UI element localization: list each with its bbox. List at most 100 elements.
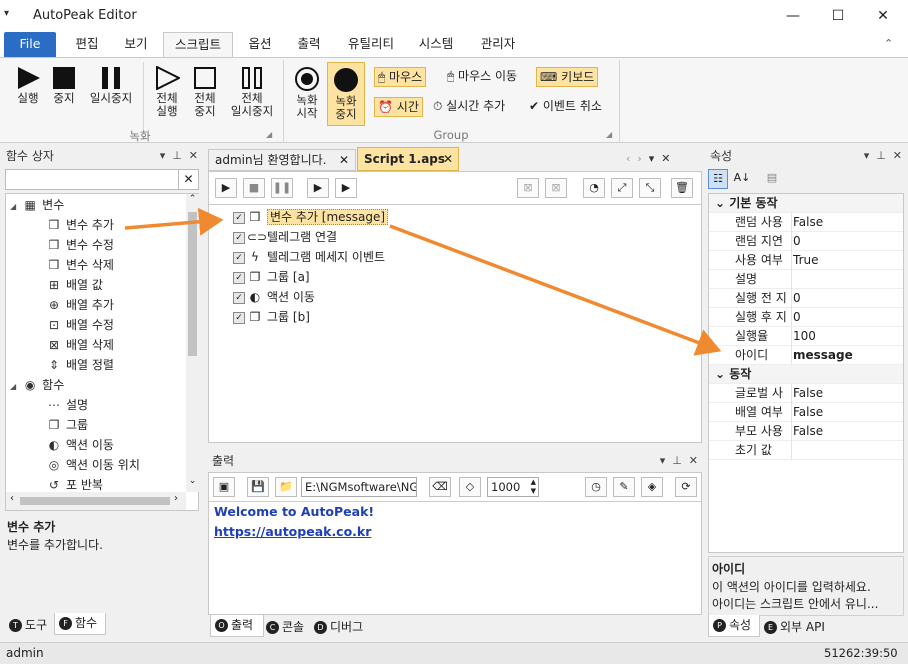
property-row[interactable]: 실행 후 지 0 xyxy=(709,308,903,327)
tree-group[interactable]: ◢ ▦ 변수 xyxy=(6,195,184,215)
keyboard-toggle[interactable]: ⌨ 키보드 xyxy=(536,67,599,87)
script-step-button[interactable]: ▶ xyxy=(307,178,329,198)
scroll-up-icon[interactable]: ⌃ xyxy=(186,194,199,204)
property-row[interactable]: 초기 값 xyxy=(709,441,903,460)
script-action-row[interactable]: ✓ ❐ 그룹 [a] xyxy=(233,267,693,287)
tab-script[interactable]: 스크립트 xyxy=(163,32,233,58)
tree-horizontal-scrollbar[interactable]: ‹ › xyxy=(6,492,186,510)
record-stop-button[interactable]: 녹화 중지 xyxy=(327,62,365,126)
property-row[interactable]: 사용 여부 True xyxy=(709,251,903,270)
tab-admin[interactable]: 관리자 xyxy=(472,32,524,58)
script-timer-button[interactable]: ◔ xyxy=(583,178,605,198)
tab-properties[interactable]: P 속성 xyxy=(708,615,760,637)
script-run-from-button[interactable]: ▶ xyxy=(335,178,357,198)
save-icon[interactable]: 💾 xyxy=(247,477,269,497)
eraser-icon[interactable]: ◇ xyxy=(459,477,481,497)
output-new-icon[interactable]: ▣ xyxy=(213,477,235,497)
tree-item[interactable]: ⊠ 배열 삭제 xyxy=(6,335,184,355)
property-value[interactable]: 0 xyxy=(793,232,801,251)
script-run-button[interactable]: ▶ xyxy=(215,178,237,198)
time-toggle[interactable]: ⏰ 시간 xyxy=(374,97,423,117)
collapse-icon[interactable]: ⌄ xyxy=(715,196,729,210)
expand-icon[interactable]: ◢ xyxy=(10,382,16,391)
script-collapse-button[interactable]: ⤡ xyxy=(639,178,661,198)
script-action-row[interactable]: ✓ ⊂⊃텔레그램 연결 xyxy=(233,227,693,247)
tab-output[interactable]: 출력 xyxy=(287,32,331,58)
property-row[interactable]: 랜덤 사용 False xyxy=(709,213,903,232)
property-value[interactable]: False xyxy=(793,422,823,441)
property-category[interactable]: ⌄ 기본 동작 xyxy=(709,194,903,213)
record-start-button[interactable]: 녹화 시작 xyxy=(288,66,326,120)
brush-icon[interactable]: ✎ xyxy=(613,477,635,497)
expand-icon[interactable]: ◢ xyxy=(10,202,16,211)
tree-item[interactable]: ⇕ 배열 정렬 xyxy=(6,355,184,375)
script-expand-button[interactable]: ⤢ xyxy=(611,178,633,198)
tree-group[interactable]: ◢ ◉ 함수 xyxy=(6,375,184,395)
property-row[interactable]: 배열 여부 False xyxy=(709,403,903,422)
hscrollbar-thumb[interactable] xyxy=(20,497,170,505)
minimize-button[interactable]: — xyxy=(770,0,816,32)
checkbox[interactable]: ✓ xyxy=(233,271,245,284)
event-cancel-button[interactable]: ✔ 이벤트 취소 xyxy=(526,97,605,117)
property-row[interactable]: 랜덤 지연 0 xyxy=(709,232,903,251)
tab-functions[interactable]: F 함수 xyxy=(54,613,106,635)
panel-controls[interactable]: ▾ ⊥ ✕ xyxy=(864,147,902,165)
paint-bucket-icon[interactable]: ◈ xyxy=(641,477,663,497)
stepper-arrows-icon[interactable]: ▲ ▼ xyxy=(531,478,536,496)
property-row[interactable]: 실행율 100 xyxy=(709,327,903,346)
tree-item[interactable]: ❒ 변수 추가 xyxy=(6,215,184,235)
tab-view[interactable]: 보기 xyxy=(114,32,158,58)
run-button[interactable]: 실행 xyxy=(8,66,48,105)
property-value[interactable]: False xyxy=(793,403,823,422)
pause-all-button[interactable]: 전체 일시중지 xyxy=(226,66,278,118)
close-tab-icon[interactable]: ✕ xyxy=(339,150,349,170)
pause-button[interactable]: 일시중지 xyxy=(86,66,136,105)
run-all-button[interactable]: 전체 실행 xyxy=(147,66,187,118)
tree-item[interactable]: ◎ 액션 이동 위치 xyxy=(6,455,184,475)
scroll-down-icon[interactable]: ⌄ xyxy=(186,476,199,486)
output-path-input[interactable]: E:\NGMsoftware\NG xyxy=(301,477,417,497)
property-row[interactable]: 실행 전 지 0 xyxy=(709,289,903,308)
tree-item[interactable]: ⊡ 배열 수정 xyxy=(6,315,184,335)
broom-icon[interactable]: ⌫ xyxy=(429,477,451,497)
tree-vertical-scrollbar[interactable]: ⌃ ⌄ xyxy=(186,194,199,492)
property-value[interactable]: False xyxy=(793,213,823,232)
tree-item[interactable]: ⋯ 설명 xyxy=(6,395,184,415)
script-action-row[interactable]: ✓ ◐ 액션 이동 xyxy=(233,287,693,307)
stop-button[interactable]: 중지 xyxy=(46,66,82,105)
tree-item[interactable]: ❒ 변수 삭제 xyxy=(6,255,184,275)
realtime-add-button[interactable]: ⏱ 실시간 추가 xyxy=(430,97,508,117)
script-clear-button[interactable]: ⊠ xyxy=(517,178,539,198)
dialog-launcher-icon[interactable]: ◢ xyxy=(606,130,612,139)
property-row[interactable]: 설명 xyxy=(709,270,903,289)
doc-tab-script[interactable]: Script 1.aps ✕ xyxy=(357,147,459,171)
function-search-input[interactable] xyxy=(5,169,179,190)
tree-item[interactable]: ❐ 그룹 xyxy=(6,415,184,435)
property-pages-icon[interactable]: ▤ xyxy=(762,169,782,189)
tab-output-log[interactable]: O 출력 xyxy=(210,615,264,637)
scroll-right-icon[interactable]: › xyxy=(174,493,178,504)
script-clear-all-button[interactable]: ⊠ xyxy=(545,178,567,198)
alphabetical-sort-icon[interactable]: A↓ xyxy=(732,169,752,189)
checkbox[interactable]: ✓ xyxy=(233,211,245,224)
panel-controls[interactable]: ▾ ⊥ ✕ xyxy=(660,452,698,470)
tree-item[interactable]: ⊞ 배열 값 xyxy=(6,275,184,295)
tab-debug[interactable]: D 디버그 xyxy=(312,617,376,639)
refresh-icon[interactable]: ⟳ xyxy=(675,477,697,497)
property-value[interactable]: 0 xyxy=(793,289,801,308)
mouse-click-toggle[interactable]: 🖱 마우스 xyxy=(374,67,427,87)
doc-tab-welcome[interactable]: admin님 환영합니다. ✕ xyxy=(208,149,356,171)
dialog-launcher-icon[interactable]: ◢ xyxy=(266,130,272,139)
close-button[interactable]: ✕ xyxy=(860,0,906,32)
property-row[interactable]: 부모 사용 False xyxy=(709,422,903,441)
tab-utility[interactable]: 유틸리티 xyxy=(338,32,404,58)
website-link[interactable]: https://autopeak.co.kr xyxy=(214,524,371,539)
scrollbar-thumb[interactable] xyxy=(188,212,197,356)
tab-edit[interactable]: 편집 xyxy=(64,32,110,58)
property-value[interactable]: 0 xyxy=(793,308,801,327)
property-row[interactable]: 글로벌 사 False xyxy=(709,384,903,403)
folder-icon[interactable]: 📁 xyxy=(275,477,297,497)
property-row[interactable]: 아이디 message xyxy=(709,346,903,365)
collapse-ribbon-icon[interactable]: ⌃ xyxy=(884,37,893,50)
property-value[interactable]: True xyxy=(793,251,819,270)
